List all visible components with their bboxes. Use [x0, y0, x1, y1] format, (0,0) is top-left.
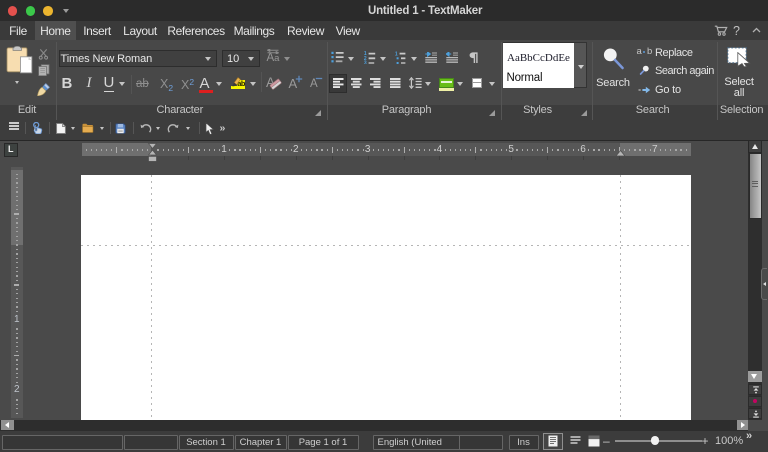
svg-text:1: 1: [395, 51, 398, 57]
svg-text:3: 3: [364, 60, 367, 64]
